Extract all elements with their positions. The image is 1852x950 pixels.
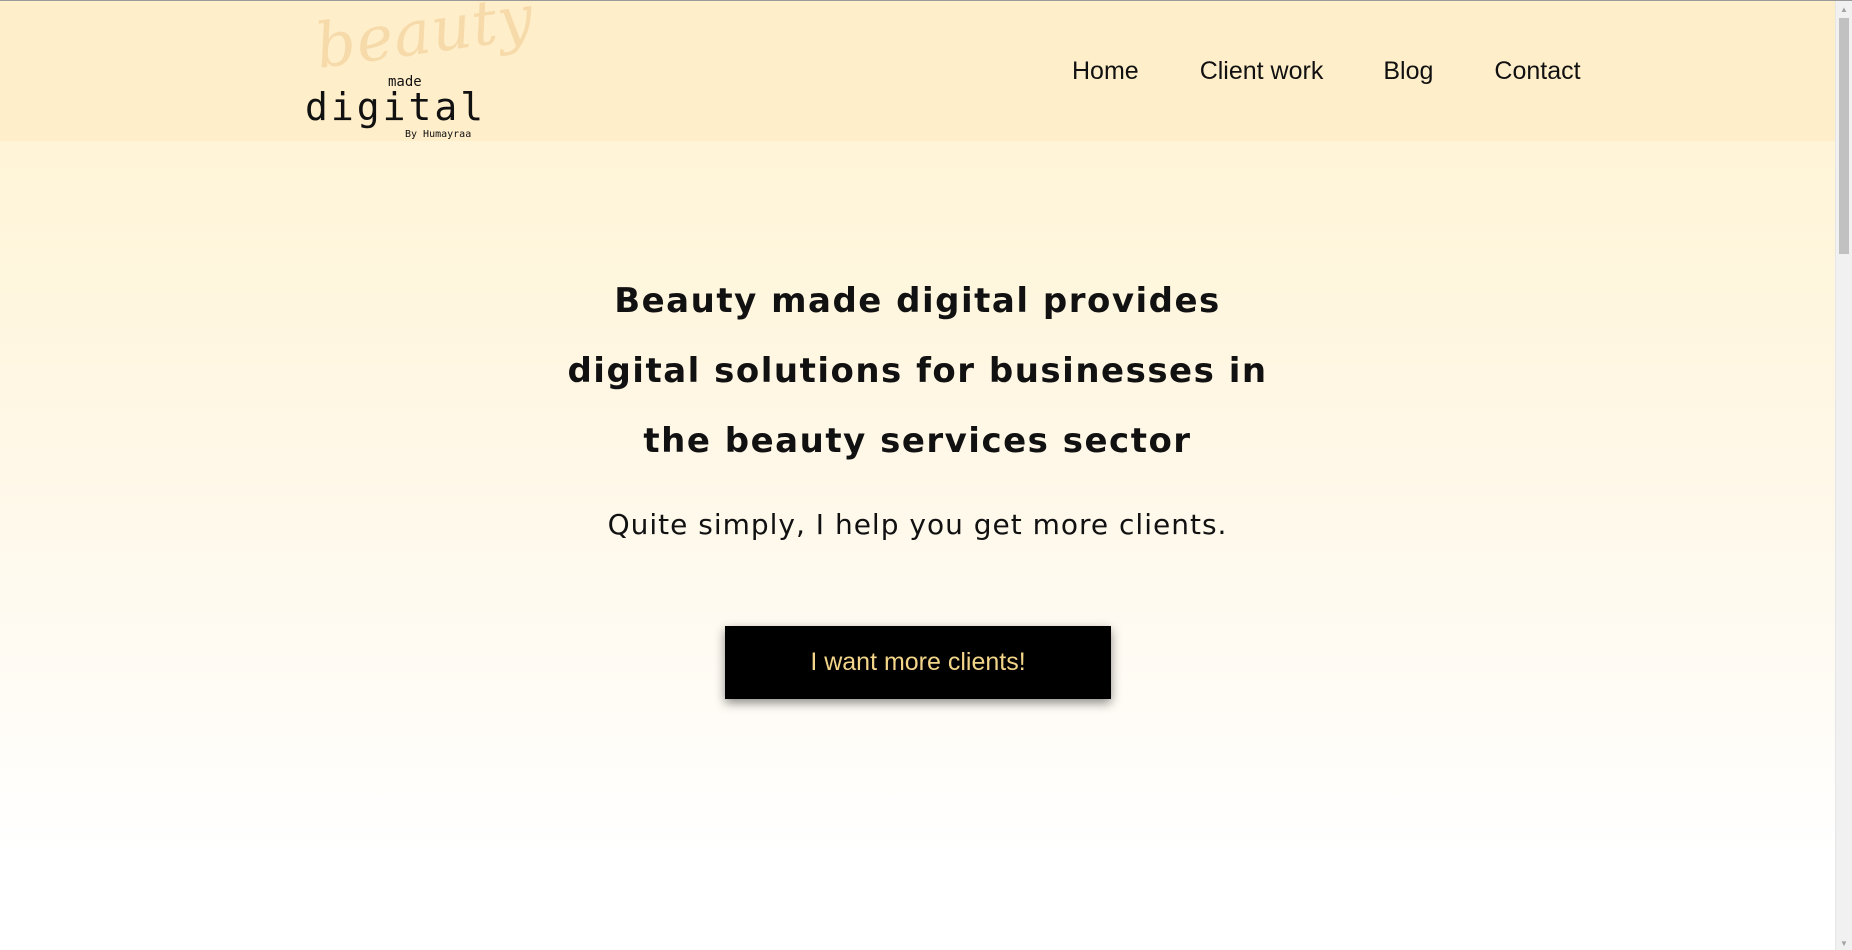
- site-logo[interactable]: beauty made digital By Humayraa: [305, 1, 538, 146]
- cta-button[interactable]: I want more clients!: [725, 626, 1111, 699]
- main-nav: Home Client work Blog Contact: [1072, 57, 1581, 86]
- nav-item-contact[interactable]: Contact: [1494, 57, 1580, 86]
- nav-item-home[interactable]: Home: [1072, 57, 1139, 86]
- hero-headline: Beauty made digital provides digital sol…: [567, 281, 1268, 461]
- scrollbar-thumb[interactable]: [1839, 18, 1849, 254]
- triangle-up-icon[interactable]: ▲: [1836, 1, 1852, 17]
- nav-item-client-work[interactable]: Client work: [1200, 57, 1324, 86]
- hero-section: Beauty made digital provides digital sol…: [0, 266, 1835, 569]
- nav-item-blog[interactable]: Blog: [1383, 57, 1433, 86]
- triangle-down-icon[interactable]: ▼: [1836, 935, 1852, 950]
- page: beauty made digital By Humayraa Home Cli…: [0, 0, 1852, 950]
- logo-byline: By Humayraa: [405, 129, 472, 140]
- logo-digital-text: digital: [305, 85, 487, 129]
- viewport: beauty made digital By Humayraa Home Cli…: [0, 1, 1835, 950]
- logo-script-word: beauty: [310, 0, 539, 83]
- site-header: beauty made digital By Humayraa Home Cli…: [0, 1, 1835, 141]
- hero-subline: Quite simply, I help you get more client…: [607, 508, 1228, 541]
- vertical-scrollbar[interactable]: ▲ ▼: [1835, 1, 1852, 950]
